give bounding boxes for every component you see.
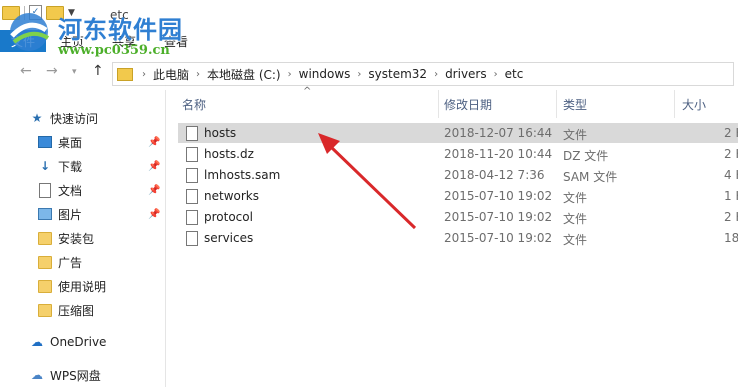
file-icon [186,147,198,162]
sort-ascending-icon: ^ [303,86,312,97]
file-name: networks [204,189,259,203]
column-divider[interactable] [674,90,675,118]
column-header-row: ^ 名称 修改日期 类型 大小 [166,86,738,118]
watermark-url: www.pc0359.cn [58,43,170,58]
chevron-right-icon[interactable]: › [285,69,295,80]
folder-icon [38,279,52,293]
file-icon [186,231,198,246]
sidebar-item-label: 使用说明 [58,279,107,294]
breadcrumb-item[interactable]: etc [501,67,528,81]
sidebar-item-label: 文档 [58,183,83,198]
file-row[interactable]: hosts 2018-12-07 16:44 文件 2 K [178,123,738,143]
file-size: 4 K [724,168,738,182]
file-type: 文件 [563,233,588,247]
breadcrumb-item[interactable]: drivers [441,67,491,81]
sidebar-item-label: WPS网盘 [50,368,101,383]
column-header-date[interactable]: 修改日期 [444,96,492,113]
pin-icon[interactable]: 📌 [148,185,160,196]
file-icon [186,168,198,183]
file-name: services [204,231,254,245]
folder-icon [38,303,52,317]
file-name: lmhosts.sam [204,168,281,182]
column-header-size[interactable]: 大小 [682,96,706,113]
file-icon [186,210,198,225]
download-icon: ↓ [39,159,51,173]
up-arrow-icon[interactable]: ↑ [92,63,104,79]
watermark: 河东软件园 www.pc0359.cn [4,10,183,58]
sidebar-item-label: 图片 [58,207,83,222]
breadcrumb-item[interactable]: system32 [364,67,431,81]
pin-icon[interactable]: 📌 [148,209,160,220]
recent-locations-icon[interactable]: ▾ [72,67,77,77]
sidebar-item-label: 快速访问 [50,111,99,126]
file-name: protocol [204,210,253,224]
document-icon [38,182,52,198]
cloud-icon: ☁ [31,335,43,349]
pictures-icon [38,207,52,221]
file-row[interactable]: lmhosts.sam 2018-04-12 7:36 SAM 文件 4 K [178,165,738,185]
pin-icon[interactable]: 📌 [148,161,160,172]
file-row[interactable]: networks 2015-07-10 19:02 文件 1 K [178,186,738,206]
file-row[interactable]: services 2015-07-10 19:02 文件 18 K [178,228,738,248]
sidebar-item-label: 广告 [58,255,83,270]
sidebar-item-label: OneDrive [50,335,107,349]
file-type: 文件 [563,128,588,142]
file-date: 2015-07-10 19:02 [444,231,553,245]
file-size: 2 K [724,147,738,161]
chevron-right-icon[interactable]: › [491,69,501,80]
column-header-type[interactable]: 类型 [563,96,587,113]
file-date: 2018-11-20 10:44 [444,147,553,161]
chevron-right-icon[interactable]: › [139,69,149,80]
sidebar-item-label: 安装包 [58,231,95,246]
forward-arrow-icon[interactable]: → [46,63,58,79]
file-row[interactable]: protocol 2015-07-10 19:02 文件 2 K [178,207,738,227]
file-size: 2 K [724,210,738,224]
breadcrumb-item[interactable]: windows [295,67,355,81]
pin-icon[interactable]: 📌 [148,137,160,148]
navigation-bar: ← → ▾ ↑ › 此电脑 › 本地磁盘 (C:) › windows › sy… [0,57,738,87]
breadcrumb-item[interactable]: 本地磁盘 (C:) [203,66,285,83]
chevron-right-icon[interactable]: › [431,69,441,80]
folder-icon [38,231,52,245]
file-name: hosts.dz [204,147,254,161]
chevron-right-icon[interactable]: › [354,69,364,80]
watermark-text: 河东软件园 [58,15,183,44]
file-size: 1 K [724,189,738,203]
sidebar-item-label: 桌面 [58,135,83,150]
breadcrumb-item[interactable]: 此电脑 [149,66,193,83]
navigation-pane: ★ 快速访问 桌面 📌 ↓ 下载 📌 文档 📌 图片 📌 安装包 广告 使用说明… [0,90,166,387]
file-size: 2 K [724,126,738,140]
file-name: hosts [204,126,237,140]
column-divider[interactable] [438,90,439,118]
file-type: 文件 [563,212,588,226]
column-divider[interactable] [556,90,557,118]
cloud-icon: ☁ [31,368,43,382]
folder-icon [117,67,133,81]
file-icon [186,189,198,204]
file-type: SAM 文件 [563,170,618,184]
file-date: 2018-12-07 16:44 [444,126,553,140]
file-date: 2018-04-12 7:36 [444,168,545,182]
file-icon [186,126,198,141]
folder-icon [38,255,52,269]
file-list: ^ 名称 修改日期 类型 大小 hosts 2018-12-07 16:44 文… [166,86,738,387]
column-header-name[interactable]: 名称 [182,96,206,113]
file-row[interactable]: hosts.dz 2018-11-20 10:44 DZ 文件 2 K [178,144,738,164]
chevron-right-icon[interactable]: › [193,69,203,80]
file-size: 18 K [724,231,738,245]
desktop-icon [38,135,52,149]
file-type: DZ 文件 [563,149,609,163]
address-bar[interactable]: › 此电脑 › 本地磁盘 (C:) › windows › system32 ›… [112,62,734,86]
file-type: 文件 [563,191,588,205]
file-date: 2015-07-10 19:02 [444,210,553,224]
watermark-logo-icon [4,10,54,54]
back-arrow-icon[interactable]: ← [20,63,32,79]
sidebar-item-label: 压缩图 [58,303,95,318]
file-date: 2015-07-10 19:02 [444,189,553,203]
sidebar-item-label: 下载 [58,159,83,174]
star-icon: ★ [31,111,43,125]
